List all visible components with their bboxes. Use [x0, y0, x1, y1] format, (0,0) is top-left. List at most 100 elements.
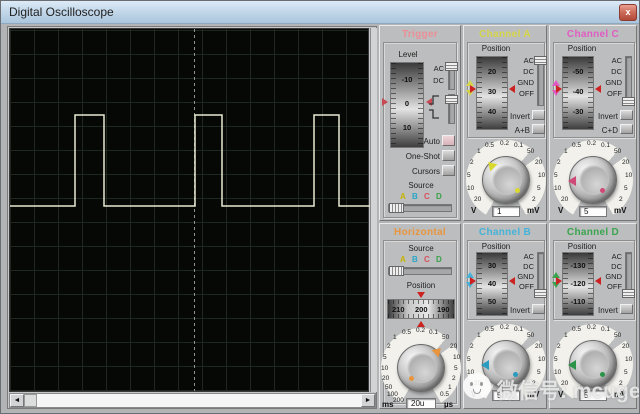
trigger-edge-thumb[interactable] — [445, 95, 458, 104]
dial-num: 10 — [538, 172, 545, 179]
dial-num: 1 — [393, 334, 397, 341]
coupling-dc-label: DC — [600, 262, 622, 271]
channel-b-invert-button[interactable] — [532, 304, 545, 314]
dial-num: 50 — [527, 332, 534, 339]
trigger-coupling-thumb[interactable] — [445, 62, 458, 71]
channel-a-invert-button[interactable] — [532, 110, 545, 120]
channel-c-invert-button[interactable] — [620, 110, 633, 120]
ms-unit: ms — [382, 400, 394, 409]
dial-num: 2 — [557, 159, 561, 166]
timebase-value: 20u — [406, 398, 436, 409]
dial-num: 1 — [477, 332, 481, 339]
position-label: Position — [470, 242, 522, 251]
horizontal-source-thumb[interactable] — [389, 266, 404, 276]
position-tick: -120 — [563, 279, 593, 288]
channel-c-title: Channel C — [550, 29, 636, 40]
coupling-off-label: OFF — [600, 89, 622, 98]
one-shot-button[interactable] — [442, 150, 455, 161]
level-tick: 0 — [391, 99, 423, 108]
channel-b-gain-value: 5 — [492, 390, 520, 401]
dial-num: 0.5 — [485, 326, 494, 333]
channel-c-coupling-thumb[interactable] — [622, 97, 635, 106]
coupling-ac-label: AC — [512, 56, 534, 65]
dial-num: 1 — [448, 384, 452, 391]
trigger-source-thumb[interactable] — [389, 203, 404, 213]
cursors-button[interactable] — [442, 165, 455, 176]
millivolts-unit: mV — [527, 390, 539, 399]
channel-c-gain-knob[interactable] — [569, 156, 617, 204]
channel-d-coupling-thumb[interactable] — [622, 289, 635, 298]
coupling-gnd-label: GND — [600, 78, 622, 87]
sum-label: A+B — [494, 126, 530, 135]
auto-button[interactable] — [442, 135, 455, 146]
dial-num: 50 — [614, 332, 621, 339]
channel-a-sum-button[interactable] — [532, 124, 545, 134]
position-tick: 50 — [477, 297, 507, 306]
position-marker-left-icon — [470, 85, 476, 93]
dial-num: 2 — [619, 196, 623, 203]
dial-num: 20 — [450, 343, 457, 350]
coupling-ac-label: AC — [600, 252, 622, 261]
dial-num: 10 — [381, 365, 388, 372]
dial-num: 0.5 — [485, 142, 494, 149]
invert-label: Invert — [494, 306, 530, 315]
vertical-scrollbar[interactable] — [370, 28, 377, 392]
invert-label: Invert — [582, 306, 618, 315]
dial-num: 5 — [383, 354, 387, 361]
channel-b-coupling-thumb[interactable] — [534, 289, 547, 298]
channel-a-title: Channel A — [464, 29, 546, 40]
channel-d-gain-dial: 0.5 0.2 0.1 50 20 10 5 2 1 2 5 10 20 V m… — [552, 324, 634, 404]
us-unit: µs — [444, 400, 453, 409]
oscilloscope-window: Digital Oscilloscope x ◄ ► Trigger Level… — [0, 0, 640, 414]
dial-num: 20 — [474, 196, 481, 203]
channel-b-gain-knob[interactable] — [482, 340, 530, 388]
channel-b-knob-dot-icon — [513, 372, 518, 377]
coupling-ac-label: AC — [600, 56, 622, 65]
dial-num: 5 — [624, 185, 628, 192]
position-tick: 40 — [477, 279, 507, 288]
hposition-tick: 200 — [415, 305, 428, 314]
dial-num: 10 — [467, 369, 474, 376]
dial-num: 5 — [554, 356, 558, 363]
dial-num: 50 — [442, 334, 449, 341]
dial-num: 0.1 — [514, 142, 523, 149]
dial-num: 10 — [554, 369, 561, 376]
channel-d-invert-button[interactable] — [620, 304, 633, 314]
level-scale[interactable]: -10 0 10 — [390, 62, 424, 148]
source-channel-b: B — [412, 255, 418, 264]
dial-num: 20 — [535, 159, 542, 166]
scroll-thumb[interactable] — [24, 394, 37, 407]
channel-d-gain-knob[interactable] — [569, 340, 617, 388]
panel-channel-d: Channel D Position -130 -120 -110 AC DC … — [549, 223, 637, 409]
level-marker-left-icon — [382, 98, 388, 106]
dial-num: 20 — [535, 343, 542, 350]
coupling-gnd-label: GND — [512, 78, 534, 87]
channel-a-gain-value: 1 — [492, 206, 520, 217]
channel-d-title: Channel D — [550, 227, 636, 238]
scroll-right-button[interactable]: ► — [361, 394, 375, 407]
horizontal-source-label: Source — [380, 244, 462, 253]
dial-num: 5 — [624, 369, 628, 376]
horizontal-position-scale[interactable]: 210 200 190 — [387, 299, 455, 319]
channel-b-knob-pointer-icon — [481, 360, 489, 370]
scroll-left-button[interactable]: ◄ — [10, 394, 24, 407]
dial-num: 5 — [454, 365, 458, 372]
window-title: Digital Oscilloscope — [9, 5, 114, 19]
horizontal-scrollbar[interactable]: ◄ ► — [9, 393, 376, 408]
close-icon[interactable]: x — [619, 4, 637, 21]
rising-edge-icon — [428, 94, 441, 106]
horizontal-title: Horizontal — [380, 227, 460, 238]
source-channel-d: D — [436, 255, 442, 264]
dial-num: 10 — [554, 185, 561, 192]
channel-c-sum-button[interactable] — [620, 124, 633, 134]
position-tick: 30 — [477, 261, 507, 270]
panel-trigger: Trigger Level -10 0 10 AC DC Auto One-Sh… — [379, 25, 461, 221]
dial-num: 10 — [625, 172, 632, 179]
dial-num: 2 — [470, 343, 474, 350]
trigger-ac-label: AC — [426, 64, 444, 73]
position-marker-left-icon — [556, 277, 562, 285]
channel-a-coupling-thumb[interactable] — [534, 56, 547, 65]
coupling-off-label: OFF — [512, 89, 534, 98]
coupling-dc-label: DC — [600, 67, 622, 76]
coupling-ac-label: AC — [512, 252, 534, 261]
